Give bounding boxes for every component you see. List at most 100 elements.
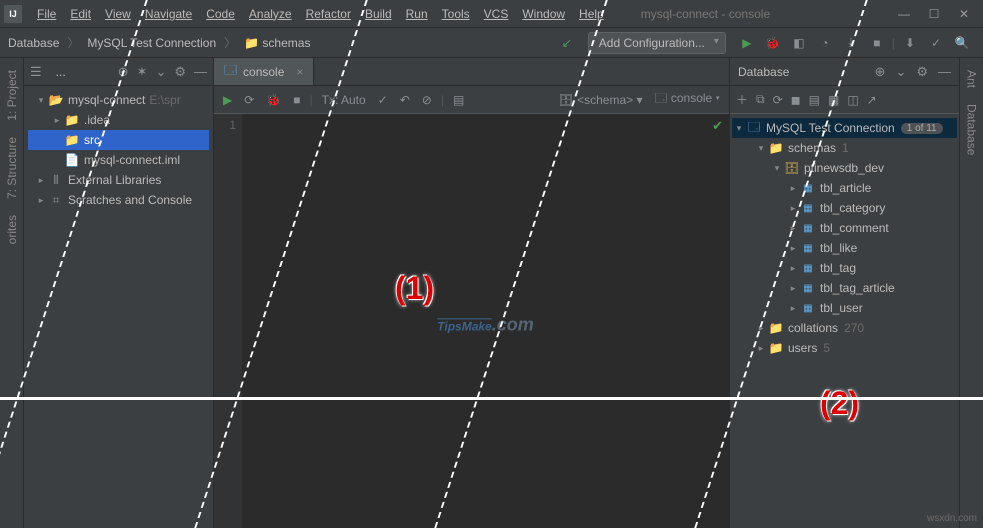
maximize-button[interactable]: ☐ bbox=[919, 7, 949, 21]
hide-icon[interactable]: — bbox=[194, 64, 207, 79]
tool-ant[interactable]: Ant bbox=[965, 70, 979, 88]
tree-row[interactable]: ▸📁collations270 bbox=[732, 318, 957, 338]
tree-label: tbl_user bbox=[820, 301, 863, 315]
database-tree[interactable]: ▾ 🗔 MySQL Test Connection 1 of 11 ▾📁sche… bbox=[730, 114, 959, 362]
execute-icon[interactable]: ▶ bbox=[220, 93, 235, 107]
close-tab-icon[interactable]: × bbox=[296, 65, 303, 79]
menu-file[interactable]: File bbox=[30, 7, 63, 21]
new-datasource-icon[interactable]: ＋ bbox=[736, 91, 748, 108]
tool-favorites[interactable]: orites bbox=[5, 215, 19, 244]
tree-row[interactable]: ▸▦tbl_tag bbox=[732, 258, 957, 278]
menu-build[interactable]: Build bbox=[358, 7, 399, 21]
tree-row[interactable]: ▸▦tbl_comment bbox=[732, 218, 957, 238]
tree-row[interactable]: ▸⌗Scratches and Console bbox=[28, 190, 209, 210]
project-selector-icon[interactable]: ☰ bbox=[30, 64, 42, 80]
tree-row[interactable]: ▾📁schemas1 bbox=[732, 138, 957, 158]
tool-project[interactable]: 1: Project bbox=[5, 70, 19, 121]
menu-edit[interactable]: Edit bbox=[63, 7, 98, 21]
tool-database[interactable]: Database bbox=[965, 104, 979, 155]
expand-icon[interactable]: ⌄ bbox=[895, 64, 906, 80]
search-icon[interactable]: 🔍 bbox=[951, 32, 973, 54]
tree-row[interactable]: 📄mysql-connect.iml bbox=[28, 150, 209, 170]
tree-label: schemas bbox=[788, 141, 836, 155]
menu-run[interactable]: Run bbox=[399, 7, 435, 21]
tree-row[interactable]: ▾🗄ptinewsdb_dev bbox=[732, 158, 957, 178]
stop-icon[interactable]: ■ bbox=[866, 32, 888, 54]
expand-icon[interactable]: ✶ bbox=[137, 64, 148, 80]
editor-body[interactable]: 1 ✔ TipsMake.com bbox=[214, 114, 729, 528]
navigation-bar: Database 〉 MySQL Test Connection 〉 📁 sch… bbox=[0, 28, 983, 58]
close-button[interactable]: ✕ bbox=[949, 7, 979, 21]
db-panel-title: Database bbox=[738, 65, 865, 79]
tree-row[interactable]: ▸⫴External Libraries bbox=[28, 170, 209, 190]
editor-tab[interactable]: 🗔 console × bbox=[214, 58, 314, 85]
breadcrumb[interactable]: Database bbox=[8, 36, 59, 50]
editor-text-area[interactable]: ✔ TipsMake.com bbox=[242, 114, 729, 528]
menu-analyze[interactable]: Analyze bbox=[242, 7, 299, 21]
menu-navigate[interactable]: Navigate bbox=[138, 7, 199, 21]
tree-row[interactable]: ▾📂mysql-connectE:\spr bbox=[28, 90, 209, 110]
tx-mode-selector[interactable]: Tx: Auto bbox=[319, 93, 369, 107]
gear-icon[interactable]: ⚙ bbox=[916, 64, 928, 80]
attach-icon[interactable]: ⤓ bbox=[840, 32, 862, 54]
menu-view[interactable]: View bbox=[98, 7, 138, 21]
menu-refactor[interactable]: Refactor bbox=[299, 7, 358, 21]
profile-icon[interactable]: ◔ bbox=[814, 32, 836, 54]
tree-label: ptinewsdb_dev bbox=[804, 161, 884, 175]
menu-help[interactable]: Help bbox=[572, 7, 611, 21]
app-logo: IJ bbox=[4, 5, 22, 23]
tree-row[interactable]: ▸▦tbl_category bbox=[732, 198, 957, 218]
tree-label: External Libraries bbox=[68, 173, 161, 187]
breadcrumb[interactable]: MySQL Test Connection bbox=[87, 36, 216, 50]
duplicate-icon[interactable]: ⧉ bbox=[756, 92, 765, 107]
tree-label: tbl_article bbox=[820, 181, 871, 195]
run-icon[interactable]: ▶ bbox=[736, 32, 758, 54]
tree-row[interactable]: ▸▦tbl_article bbox=[732, 178, 957, 198]
collapse-icon[interactable]: ⌄ bbox=[155, 64, 166, 80]
tree-row[interactable]: ▸▦tbl_tag_article bbox=[732, 278, 957, 298]
db-connection-row[interactable]: ▾ 🗔 MySQL Test Connection 1 of 11 bbox=[732, 118, 957, 138]
tree-label: .idea bbox=[84, 113, 110, 127]
stop-icon[interactable]: ◼ bbox=[791, 93, 801, 107]
target-icon[interactable]: ⊕ bbox=[118, 64, 129, 80]
target-icon[interactable]: ⊕ bbox=[875, 64, 886, 80]
menu-tools[interactable]: Tools bbox=[435, 7, 477, 21]
tree-row[interactable]: ▸📁.idea bbox=[28, 110, 209, 130]
vcs-commit-icon[interactable]: ✓ bbox=[925, 32, 947, 54]
folder-blue-icon: 📁 bbox=[768, 321, 784, 335]
stop-exec-icon[interactable]: ■ bbox=[290, 93, 303, 107]
explain-icon[interactable]: 🐞 bbox=[263, 93, 284, 107]
refresh-icon[interactable]: ⟳ bbox=[773, 93, 783, 107]
minimize-button[interactable]: — bbox=[889, 7, 919, 21]
commit-icon[interactable]: ✓ bbox=[375, 93, 391, 107]
diagram-icon[interactable]: ◫ bbox=[847, 93, 858, 107]
project-panel: ☰ ... ⊕ ✶ ⌄ ⚙ — ▾📂mysql-connectE:\spr▸📁.… bbox=[24, 58, 214, 528]
debug-icon[interactable]: 🐞 bbox=[762, 32, 784, 54]
project-view-selector[interactable]: ... bbox=[50, 65, 72, 79]
filter-icon[interactable]: ▤ bbox=[809, 93, 820, 107]
tree-row[interactable]: ▸📁users5 bbox=[732, 338, 957, 358]
vcs-update-icon[interactable]: ⬇ bbox=[899, 32, 921, 54]
console-selector[interactable]: 🗔 console ▾ bbox=[652, 89, 724, 110]
cancel-icon[interactable]: ⊘ bbox=[419, 93, 435, 107]
tree-row[interactable]: ▸▦tbl_like bbox=[732, 238, 957, 258]
output-panel-icon[interactable]: ▤ bbox=[450, 93, 467, 107]
jump-to-console-icon[interactable]: ↗ bbox=[867, 93, 877, 107]
menu-code[interactable]: Code bbox=[199, 7, 242, 21]
add-configuration-button[interactable]: Add Configuration... bbox=[588, 32, 726, 54]
table-icon[interactable]: ▦ bbox=[828, 93, 839, 107]
menu-window[interactable]: Window bbox=[515, 7, 572, 21]
breadcrumb[interactable]: 📁 schemas bbox=[244, 36, 310, 50]
tree-row[interactable]: 📁src bbox=[28, 130, 209, 150]
build-icon[interactable]: ↙ bbox=[556, 32, 578, 54]
hide-icon[interactable]: — bbox=[938, 64, 951, 79]
schema-selector[interactable]: 🗄 <schema> ▾ bbox=[556, 93, 646, 107]
menu-vcs[interactable]: VCS bbox=[477, 7, 516, 21]
tree-row[interactable]: ▸▦tbl_user bbox=[732, 298, 957, 318]
gear-icon[interactable]: ⚙ bbox=[174, 64, 186, 80]
project-tree[interactable]: ▾📂mysql-connectE:\spr▸📁.idea📁src📄mysql-c… bbox=[24, 86, 213, 214]
rollback-icon[interactable]: ↶ bbox=[397, 93, 413, 107]
tool-structure[interactable]: 7: Structure bbox=[5, 137, 19, 199]
coverage-icon[interactable]: ◧ bbox=[788, 32, 810, 54]
history-icon[interactable]: ⟳ bbox=[241, 93, 257, 107]
